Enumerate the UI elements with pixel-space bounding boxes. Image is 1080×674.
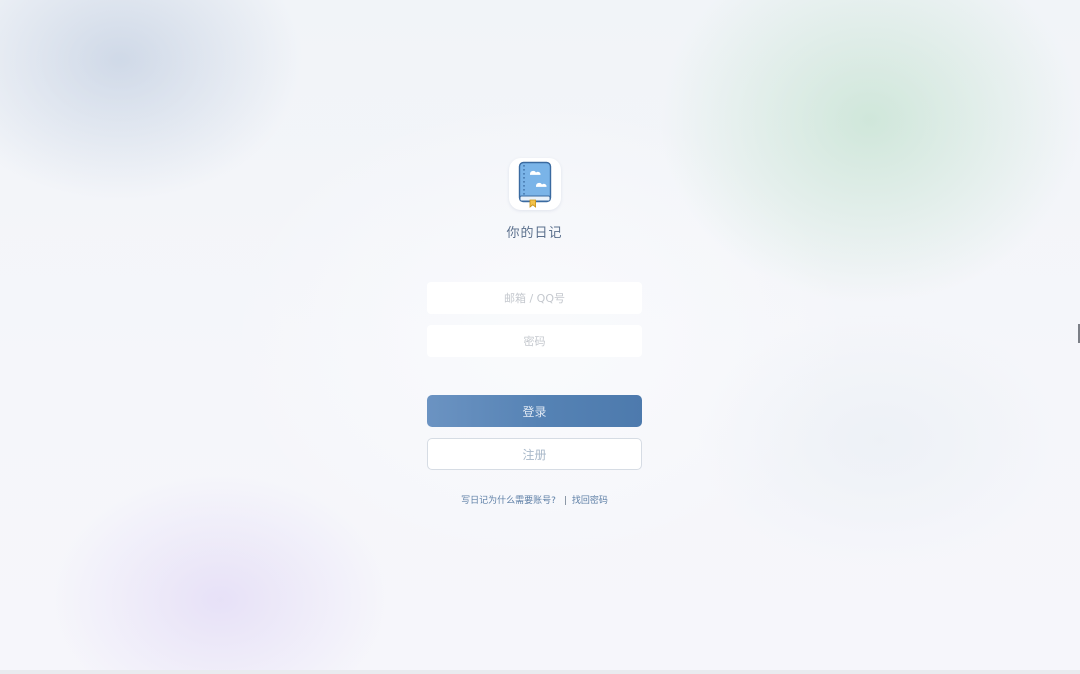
login-button[interactable]: 登录 [427, 395, 642, 427]
login-panel: 你的日记 登录 注册 写日记为什么需要账号? | 找回密码 [427, 158, 642, 506]
recover-password-link[interactable]: 找回密码 [572, 496, 608, 506]
diary-book-icon [518, 161, 551, 208]
email-input[interactable] [427, 282, 642, 314]
help-links: 写日记为什么需要账号? | 找回密码 [427, 493, 642, 506]
app-logo [508, 158, 561, 210]
register-button-label: 注册 [522, 447, 547, 462]
link-separator: | [563, 496, 567, 506]
bottom-strip [0, 670, 1080, 674]
register-button[interactable]: 注册 [427, 438, 642, 470]
why-account-link[interactable]: 写日记为什么需要账号? [461, 496, 556, 506]
login-button-label: 登录 [522, 404, 547, 419]
password-input[interactable] [427, 325, 642, 357]
app-title: 你的日记 [506, 226, 563, 241]
